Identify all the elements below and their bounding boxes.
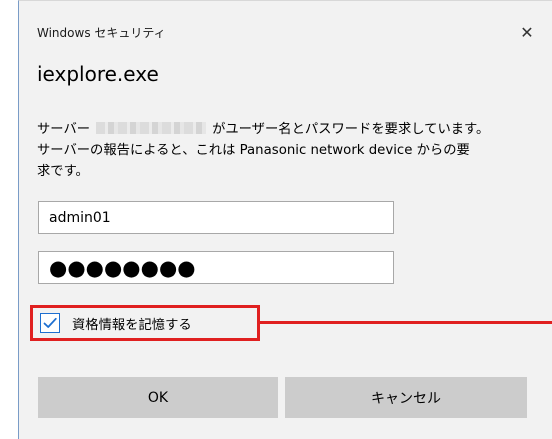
message-line-1: サーバー がユーザー名とパスワードを要求しています。: [37, 119, 547, 140]
message-line-2: サーバーの報告によると、これは Panasonic network device…: [37, 143, 470, 158]
close-icon: ✕: [520, 22, 534, 42]
credential-request-message: サーバー がユーザー名とパスワードを要求しています。 サーバーの報告によると、これ…: [37, 119, 547, 182]
remember-credentials-checkbox-row[interactable]: 資格情報を記憶する: [30, 305, 260, 341]
checkmark-icon: [43, 317, 57, 328]
credential-dialog: Windows セキュリティ ✕ iexplore.exe サーバー がユーザー名…: [18, 0, 552, 439]
password-field[interactable]: ●●●●●●●●: [38, 251, 394, 284]
title-bar: Windows セキュリティ ✕: [19, 1, 552, 55]
message-line-1-prefix: サーバー: [37, 122, 91, 137]
username-field[interactable]: admin01: [38, 201, 394, 234]
remember-credentials-label: 資格情報を記憶する: [72, 317, 192, 333]
cancel-button[interactable]: キャンセル: [285, 377, 527, 418]
redacted-server-address: [96, 122, 207, 134]
ok-button-label: OK: [147, 389, 169, 406]
app-name-heading: iexplore.exe: [37, 62, 159, 86]
window-title: Windows セキュリティ: [37, 26, 166, 40]
ok-button[interactable]: OK: [38, 377, 278, 418]
cancel-button-label: キャンセル: [371, 390, 441, 407]
message-line-3: 求です。: [37, 164, 89, 179]
username-value: admin01: [49, 209, 111, 226]
remember-credentials-checkbox[interactable]: [40, 313, 60, 333]
close-button[interactable]: ✕: [510, 15, 544, 49]
password-masked-value: ●●●●●●●●: [49, 255, 196, 280]
message-line-1-suffix: がユーザー名とパスワードを要求しています。: [212, 122, 490, 137]
callout-pointer-line: [260, 321, 552, 324]
